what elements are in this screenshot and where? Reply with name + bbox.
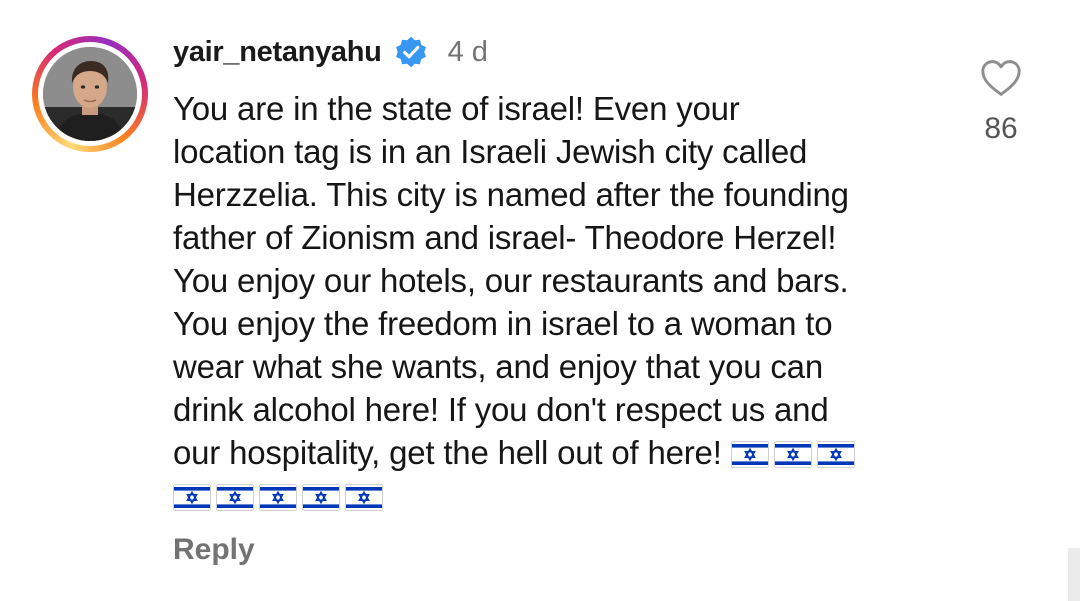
israel-flag-icon xyxy=(730,441,769,468)
comment-timestamp: 4 d xyxy=(447,35,488,68)
israel-flag-icon xyxy=(173,484,211,511)
comment-line-with-flags: our hospitality, get the hell out of her… xyxy=(173,431,963,474)
comment-line: You are in the state of israel! Even you… xyxy=(173,90,740,127)
heart-outline-icon[interactable] xyxy=(979,58,1023,98)
comment-line: father of Zionism and israel- Theodore H… xyxy=(173,219,837,256)
like-count: 86 xyxy=(984,112,1018,145)
israel-flag-icon xyxy=(216,484,254,511)
comment-line: drink alcohol here! If you don't respect… xyxy=(173,391,829,428)
flag-emoji-group xyxy=(173,477,388,514)
reply-button[interactable]: Reply xyxy=(173,533,255,567)
israel-flag-icon xyxy=(345,484,383,511)
comment-line: You enjoy our hotels, our restaurants an… xyxy=(173,262,849,299)
avatar-story-ring[interactable] xyxy=(32,36,148,152)
avatar[interactable] xyxy=(43,47,137,141)
israel-flag-icon xyxy=(302,484,340,511)
flag-emoji-group xyxy=(730,434,860,471)
comment-line: our hospitality, get the hell out of her… xyxy=(173,434,722,471)
comment-line: location tag is in an Israeli Jewish cit… xyxy=(173,133,808,170)
avatar-photo xyxy=(43,47,137,141)
israel-flag-icon xyxy=(259,484,297,511)
username-link[interactable]: yair_netanyahu xyxy=(173,36,382,69)
comment-line: wear what she wants, and enjoy that you … xyxy=(173,348,823,385)
comment-item: yair_netanyahu 4 d You are in the state … xyxy=(0,0,1080,601)
comment-text: You are in the state of israel! Even you… xyxy=(173,87,963,517)
verified-badge-icon xyxy=(394,35,428,69)
comment-header: yair_netanyahu 4 d xyxy=(173,30,488,74)
scrollbar-edge xyxy=(1068,548,1080,601)
comment-line: You enjoy the freedom in israel to a wom… xyxy=(173,305,833,342)
like-control: 86 xyxy=(975,58,1027,146)
israel-flag-icon xyxy=(816,441,855,468)
comment-line: Herzzelia. This city is named after the … xyxy=(173,176,849,213)
flag-emoji-line xyxy=(173,474,963,517)
israel-flag-icon xyxy=(773,441,812,468)
